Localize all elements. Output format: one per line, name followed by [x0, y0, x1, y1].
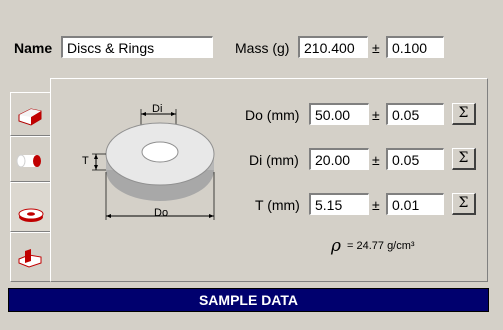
tab-ring[interactable] [10, 182, 50, 232]
di-tolerance-field[interactable]: 0.05 [386, 148, 444, 170]
do-tolerance-field[interactable]: 0.05 [386, 103, 444, 125]
block-shape-icon [18, 108, 42, 126]
diagram-t-label: T [82, 155, 89, 167]
do-sigma-button[interactable]: Σ [452, 103, 476, 125]
mass-tolerance-field[interactable]: 0.100 [386, 36, 444, 58]
di-pm-sign: ± [372, 152, 380, 168]
tab-custom[interactable] [10, 232, 50, 282]
t-label: T (mm) [255, 197, 300, 213]
t-field[interactable]: 5.15 [309, 193, 369, 215]
custom-shape-icon [18, 249, 42, 268]
t-pm-sign: ± [372, 197, 380, 213]
do-label: Do (mm) [245, 107, 300, 123]
t-tolerance-field[interactable]: 0.01 [386, 193, 444, 215]
density-value: = 24.77 g/cm³ [347, 240, 415, 252]
t-sigma-button[interactable]: Σ [452, 193, 476, 215]
mass-pm-sign: ± [372, 40, 380, 56]
cylinder-shape-icon [16, 154, 41, 168]
tab-block[interactable] [10, 92, 50, 136]
sample-data-bar[interactable]: SAMPLE DATA [8, 288, 489, 312]
name-field[interactable]: Discs & Rings [61, 36, 213, 58]
di-sigma-button[interactable]: Σ [452, 148, 476, 170]
mass-field[interactable]: 210.400 [298, 36, 368, 58]
do-field[interactable]: 50.00 [309, 103, 369, 125]
tab-cylinder[interactable] [10, 136, 50, 182]
mass-label: Mass (g) [235, 40, 290, 56]
di-label: Di (mm) [249, 152, 299, 168]
ring-shape-icon [18, 208, 44, 222]
density-symbol: ρ [331, 236, 341, 256]
di-field[interactable]: 20.00 [309, 148, 369, 170]
name-label: Name [14, 40, 53, 56]
do-pm-sign: ± [372, 107, 380, 123]
diagram-do-label: Do [154, 207, 169, 219]
diagram-di-label: Di [152, 103, 163, 115]
